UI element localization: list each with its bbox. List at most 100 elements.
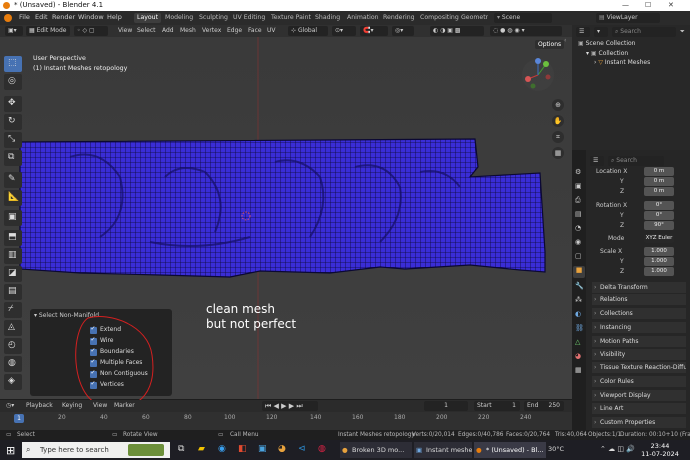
weather-temp[interactable]: 30°C [548,445,564,453]
menu-render[interactable]: Render [52,13,75,21]
blender-menu-icon[interactable] [4,14,12,22]
chrome-icon[interactable]: ◕ [278,444,286,454]
menu-edit[interactable]: Edit [35,13,48,21]
header-menu-vertex[interactable]: Vertex [202,27,221,34]
editor-type-icon[interactable]: ▣▾ [5,26,23,36]
file-explorer-icon[interactable]: ▰ [198,444,205,454]
timeline-menu-marker[interactable]: Marker [114,402,135,409]
panel-line-art[interactable]: Line Art [592,403,686,414]
outliner-editor-icon[interactable]: ☰ [576,27,590,37]
output-tab-icon[interactable]: ⎙ [575,196,581,205]
panel-motion-paths[interactable]: Motion Paths [592,336,686,347]
scale-x-field[interactable]: 1.000 [644,247,674,256]
inset-tool[interactable]: ▥ [4,248,22,264]
smooth-tool[interactable]: ◍ [4,356,22,372]
timeline-menu-playback[interactable]: Playback [26,402,53,409]
extrude-tool[interactable]: ⬒ [4,230,22,246]
particles-tab-icon[interactable]: ⁂ [575,296,582,304]
panel-delta-transform[interactable]: Delta Transform [592,282,686,293]
office-icon[interactable]: ◧ [238,444,247,454]
zoom-icon[interactable]: ⊕ [552,99,564,111]
rotation-y-field[interactable]: 0° [644,211,674,220]
move-tool[interactable]: ✥ [4,96,22,112]
scale-z-field[interactable]: 1.000 [644,267,674,276]
tab-uv-editing[interactable]: UV Editing [230,13,268,23]
render-tab-icon[interactable]: ▣ [575,182,582,190]
add-cube-tool[interactable]: ▣ [4,210,22,226]
mode-selector[interactable]: ▦ Edit Mode [26,26,70,36]
location-x-field[interactable]: 0 m [644,167,674,176]
camera-icon[interactable]: ⌗ [552,131,564,143]
tab-shading[interactable]: Shading [312,13,343,23]
scene-tab-icon[interactable]: ◔ [575,224,581,232]
playback-controls[interactable]: ⏮ ◀ ▶ ▶ ⏭ [262,401,318,411]
options-button[interactable]: Options [535,40,565,49]
timeline-menu-keying[interactable]: Keying [62,402,82,409]
panel-relations[interactable]: Relations [592,294,686,305]
shrink-fatten-tool[interactable]: ◈ [4,374,22,390]
knife-tool[interactable]: ⌿ [4,302,22,318]
windows-start-icon[interactable]: ⊞ [6,444,15,457]
tab-modeling[interactable]: Modeling [162,13,196,23]
tab-sculpting[interactable]: Sculpting [196,13,231,23]
perspective-grid-icon[interactable]: ▦ [552,147,564,159]
select-mode-buttons[interactable]: ◦ ◇ ▢ [74,26,108,36]
wire-checkbox[interactable] [90,336,97,345]
snapping-toggle[interactable]: 🧲▾ [360,26,388,36]
store-icon[interactable]: ▣ [258,444,267,454]
loop-cut-tool[interactable]: ▤ [4,284,22,300]
extend-checkbox[interactable] [90,325,97,334]
annotate-tool[interactable]: ✎ [4,172,22,188]
header-menu-uv[interactable]: UV [267,27,276,34]
location-z-field[interactable]: 0 m [644,187,674,196]
outliner-search[interactable]: ⌕ Search [612,27,676,37]
pivot-point-dropdown[interactable]: ⊙▾ [332,26,356,36]
tab-rendering[interactable]: Rendering [380,13,418,23]
sidebar-toggle-icon[interactable]: ‹ [564,37,572,47]
header-menu-view[interactable]: View [118,27,132,34]
pan-hand-icon[interactable]: ✋ [552,115,564,127]
rotation-mode-dropdown[interactable]: XYZ Euler [644,234,674,243]
menu-window[interactable]: Window [78,13,104,21]
minimize-icon[interactable]: — [622,0,629,11]
close-icon[interactable]: ✕ [668,0,674,11]
header-menu-select[interactable]: Select [137,27,156,34]
header-menu-face[interactable]: Face [248,27,262,34]
location-y-field[interactable]: 0 m [644,177,674,186]
header-menu-add[interactable]: Add [162,27,174,34]
playhead[interactable]: 1 [14,414,24,423]
scale-y-field[interactable]: 1.000 [644,257,674,266]
tab-geometry-nodes[interactable]: Geometr [458,13,488,23]
properties-editor-icon[interactable]: ☰ [590,156,604,166]
scale-tool[interactable]: ⤡ [4,132,22,148]
transform-orientation-dropdown[interactable]: ⊹ Global [288,26,328,36]
panel-color-rules[interactable]: Color Rules [592,376,686,387]
timeline-frames[interactable]: 1 20 40 60 80 100 120 140 160 180 200 22… [0,412,572,430]
modifier-tab-icon[interactable]: 🔧 [575,282,584,290]
world-tab-icon[interactable]: ◉ [575,238,581,246]
outliner-display-mode-icon[interactable]: ▾ [594,27,608,37]
material-tab-icon[interactable]: ◕ [575,352,581,360]
properties-search[interactable]: ⌕ Search [608,156,664,166]
poly-build-tool[interactable]: ◬ [4,320,22,336]
redo-panel-title[interactable]: ▾ Select Non-Manifold [34,312,99,319]
scene-collection-row[interactable]: ▣ Scene Collection [578,40,635,47]
rotation-z-field[interactable]: 90° [644,221,674,230]
task-view-icon[interactable]: ⧉ [178,444,184,454]
tray-icons[interactable]: ⌃ ☁ ◫ 🔊 [600,445,635,453]
physics-tab-icon[interactable]: ◐ [575,310,581,318]
timeline-editor-icon[interactable]: ◷▾ [6,402,14,409]
bevel-tool[interactable]: ◪ [4,266,22,282]
vscode-icon[interactable]: ⊲ [298,444,306,454]
multiple-faces-checkbox[interactable] [90,358,97,367]
texture-tab-icon[interactable]: ▦ [575,366,582,374]
view-layer-tab-icon[interactable]: ▤ [575,210,582,218]
overlay-buttons[interactable]: ◐ ◑ ▣ ▩ [430,26,484,36]
boundaries-checkbox[interactable] [90,347,97,356]
redo-last-panel[interactable]: ▾ Select Non-Manifold Extend Wire Bounda… [30,309,172,396]
rotate-tool[interactable]: ↻ [4,114,22,130]
shading-buttons[interactable]: ◌ ● ◍ ◉ ▾ [490,26,562,36]
taskbar-app-instant-meshes[interactable]: ▣ Instant meshes [414,442,472,458]
panel-visibility[interactable]: Visibility [592,349,686,360]
panel-custom-properties[interactable]: Custom Properties [592,417,686,428]
